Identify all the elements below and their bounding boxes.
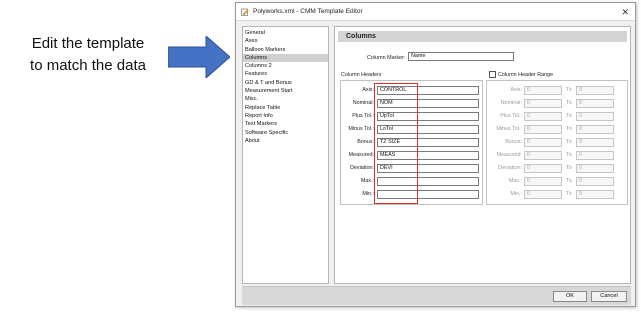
range-to-input[interactable]: 0: [576, 86, 614, 95]
column-marker-label: Column Marker:: [367, 55, 406, 61]
header-row-label: Plus Tol.:: [352, 113, 374, 119]
column-header-range-label: Column Header Range: [498, 72, 554, 78]
range-to-input[interactable]: 0: [576, 151, 614, 160]
range-from-input[interactable]: 0: [524, 190, 562, 199]
range-row-label: Min.:: [510, 191, 522, 197]
highlight-box: [374, 83, 418, 204]
range-from-input[interactable]: 0: [524, 177, 562, 186]
nav-item-misc[interactable]: Misc.: [243, 95, 328, 103]
nav-item-replace-table[interactable]: Replace Table: [243, 104, 328, 112]
nav-item-columns[interactable]: Columns: [243, 53, 328, 63]
header-row-label: Minus Tol.:: [348, 126, 374, 132]
range-row-label: Nominal:: [500, 100, 522, 106]
range-to-label: To: [566, 100, 572, 106]
column-header-range-checkbox[interactable]: [489, 71, 496, 78]
nav-item-text-markers[interactable]: Text Markers: [243, 120, 328, 128]
range-row-label: Axis:: [510, 87, 522, 93]
header-row-label: Bonus:: [357, 139, 374, 145]
header-row-label: Axis:: [362, 87, 374, 93]
range-row-label: Measured:: [496, 152, 522, 158]
range-to-label: To: [566, 165, 572, 171]
app-pencil-icon: [241, 8, 249, 16]
nav-item-about[interactable]: About: [243, 137, 328, 145]
range-to-input[interactable]: 0: [576, 177, 614, 186]
column-headers-title: Column Headers: [341, 72, 382, 78]
nav-item-features[interactable]: Features: [243, 70, 328, 78]
range-from-input[interactable]: 0: [524, 151, 562, 160]
range-to-label: To: [566, 113, 572, 119]
category-list[interactable]: General Axes Balloon Markers Columns Columns…: [242, 26, 329, 284]
header-row-label: Measured:: [348, 152, 374, 158]
range-to-input[interactable]: 0: [576, 112, 614, 121]
header-row-label: Min.:: [362, 191, 374, 197]
range-from-input[interactable]: 0: [524, 99, 562, 108]
range-to-input[interactable]: 0: [576, 125, 614, 134]
right-arrow-icon: [168, 36, 230, 78]
column-marker-input[interactable]: Name: [408, 52, 514, 61]
range-from-input[interactable]: 0: [524, 138, 562, 147]
range-to-label: To: [566, 87, 572, 93]
nav-item-software-specific[interactable]: Software Specific: [243, 129, 328, 137]
ok-button[interactable]: OK: [553, 291, 587, 302]
range-from-input[interactable]: 0: [524, 164, 562, 173]
nav-item-columns-2[interactable]: Columns 2: [243, 62, 328, 70]
title-bar: Polyworks.xml - CMM Template Editor ✕: [236, 3, 635, 21]
range-to-label: To: [566, 139, 572, 145]
range-to-input[interactable]: 0: [576, 190, 614, 199]
nav-item-measurement-start[interactable]: Measurement Start: [243, 87, 328, 95]
range-to-input[interactable]: 0: [576, 99, 614, 108]
nav-item-axes[interactable]: Axes: [243, 37, 328, 45]
range-from-input[interactable]: 0: [524, 112, 562, 121]
nav-item-general[interactable]: General: [243, 29, 328, 37]
nav-item-balloon-markers[interactable]: Balloon Markers: [243, 46, 328, 54]
range-to-input[interactable]: 0: [576, 138, 614, 147]
range-to-label: To: [566, 152, 572, 158]
header-row-label: Nominal:: [352, 100, 374, 106]
instruction-line-2: to match the data: [30, 57, 146, 74]
nav-item-gd-t-and-bonus[interactable]: GD & T and Bonus: [243, 79, 328, 87]
nav-item-report-info[interactable]: Report Info: [243, 112, 328, 120]
range-row-label: Plus Tol.:: [500, 113, 522, 119]
range-to-label: To: [566, 178, 572, 184]
header-row-label: Max.:: [360, 178, 374, 184]
dialog-button-bar: OK Cancel: [242, 286, 631, 305]
window-title: Polyworks.xml - CMM Template Editor: [253, 8, 363, 15]
range-row-label: Max.:: [508, 178, 522, 184]
instruction-line-1: Edit the template: [31, 35, 145, 52]
range-to-label: To: [566, 191, 572, 197]
header-row-label: Deviation:: [350, 165, 374, 171]
range-row-label: Deviation:: [498, 165, 522, 171]
range-to-input[interactable]: 0: [576, 164, 614, 173]
range-from-input[interactable]: 0: [524, 125, 562, 134]
range-row-label: Minus Tol.:: [496, 126, 522, 132]
range-from-input[interactable]: 0: [524, 86, 562, 95]
cancel-button[interactable]: Cancel: [591, 291, 627, 302]
range-to-label: To: [566, 126, 572, 132]
close-button[interactable]: ✕: [621, 3, 629, 21]
instruction-text: Edit the template to match the data: [8, 33, 168, 77]
range-row-label: Bonus:: [505, 139, 522, 145]
section-title: Columns: [338, 31, 627, 42]
